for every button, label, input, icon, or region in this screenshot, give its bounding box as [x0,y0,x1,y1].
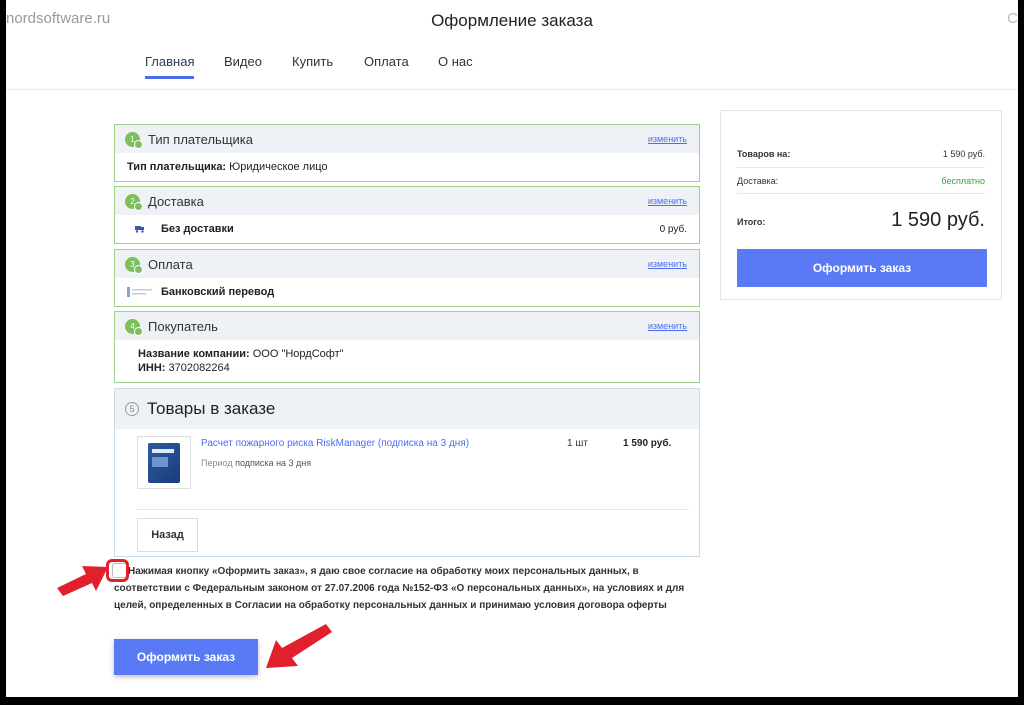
product-quantity: 1 шт [567,438,588,449]
nav-item-video[interactable]: Видео [224,54,262,79]
nav-item-buy[interactable]: Купить [292,54,333,79]
company-label: Название компании: [138,348,250,360]
section-delivery: 2 Доставка изменить Без доставки 0 руб. [114,186,700,244]
section-header: 4 Покупатель изменить [115,312,699,340]
divider [737,193,985,194]
annotation-arrow-icon [266,624,332,668]
summary-delivery-value: бесплатно [941,176,985,186]
section-goods: 5 Товары в заказе Расчет пожарного риска… [114,388,700,557]
section-payer-type: 1 Тип плательщика изменить Тип плательщи… [114,124,700,182]
change-delivery-link[interactable]: изменить [648,196,687,206]
product-name-link[interactable]: Расчет пожарного риска RiskManager (подп… [201,438,469,449]
consent-text: Нажимая кнопку «Оформить заказ», я даю с… [114,566,685,611]
section-body: Тип плательщика: Юридическое лицо [115,153,699,173]
change-buyer-link[interactable]: изменить [648,321,687,331]
section-body: Банковский перевод [115,278,699,306]
section-buyer: 4 Покупатель изменить Название компании:… [114,311,700,383]
summary-total-value: 1 590 руб. [891,209,985,231]
divider [137,509,689,510]
payer-type-label: Тип плательщика: [127,161,227,173]
summary-goods-label: Товаров на: [737,149,791,159]
section-payment: 3 Оплата изменить Банковский перевод [114,249,700,307]
summary-goods-value: 1 590 руб. [942,149,985,159]
step-done-icon: 4 [125,319,143,336]
nav-item-home[interactable]: Главная [145,54,195,79]
section-body: Название компании: ООО "НордСофт" ИНН: 3… [115,340,699,375]
step-number-icon: 5 [125,402,139,416]
page-title: Оформление заказа [431,11,593,30]
step-done-icon: 3 [125,257,143,274]
payer-type-value: Юридическое лицо [229,161,328,173]
section-header: 2 Доставка изменить [115,187,699,215]
product-image[interactable] [137,436,191,489]
section-title: Тип плательщика [148,132,253,147]
payment-method: Банковский перевод [161,286,275,298]
step-done-icon: 2 [125,194,143,211]
checkout-page: nordsoftware.ru Оформление заказа С Глав… [6,0,1018,697]
section-title: Покупатель [148,319,218,334]
place-order-button-sidebar[interactable]: Оформить заказ [737,249,987,287]
clipped-header-text: С [1007,10,1018,27]
order-summary: Товаров на: 1 590 руб. Доставка: бесплат… [720,110,1002,300]
summary-delivery-row: Доставка: бесплатно [737,176,985,186]
period-label: Период [201,458,233,468]
nav-item-payment[interactable]: Оплата [364,54,409,79]
section-body: Без доставки 0 руб. [115,215,699,243]
change-payment-link[interactable]: изменить [648,259,687,269]
product-period: Период подписка на 3 дня [201,458,311,468]
period-value: подписка на 3 дня [235,458,312,468]
summary-total-row: Итого: 1 590 руб. [737,209,985,231]
nav-item-about[interactable]: О нас [438,54,473,79]
product-price: 1 590 руб. [623,438,672,449]
section-header: 1 Тип плательщика изменить [115,125,699,153]
section-header: 3 Оплата изменить [115,250,699,278]
truck-icon [135,226,144,233]
back-button[interactable]: Назад [137,518,198,552]
summary-goods-row: Товаров на: 1 590 руб. [737,149,985,159]
company-value: ООО "НордСофт" [252,348,344,360]
summary-delivery-label: Доставка: [737,176,779,186]
company-row: Название компании: ООО "НордСофт" [138,347,699,361]
section-title: Оплата [148,257,193,272]
inn-label: ИНН: [138,362,166,374]
product-box-icon [148,443,180,483]
summary-total-label: Итого: [737,217,766,227]
annotation-arrow-icon [57,566,108,596]
section-header: 5 Товары в заказе [115,389,699,429]
main-nav: Главная Видео Купить Оплата О нас [6,46,1018,90]
bank-transfer-icon [127,287,152,297]
change-payer-link[interactable]: изменить [648,134,687,144]
place-order-button[interactable]: Оформить заказ [114,639,258,675]
divider [737,167,985,168]
section-title: Доставка [148,194,204,209]
step-done-icon: 1 [125,132,143,149]
inn-value: 3702082264 [168,362,230,374]
delivery-price: 0 руб. [659,224,687,235]
delivery-method: Без доставки [161,223,234,235]
section-title: Товары в заказе [147,399,276,418]
inn-row: ИНН: 3702082264 [138,361,699,375]
